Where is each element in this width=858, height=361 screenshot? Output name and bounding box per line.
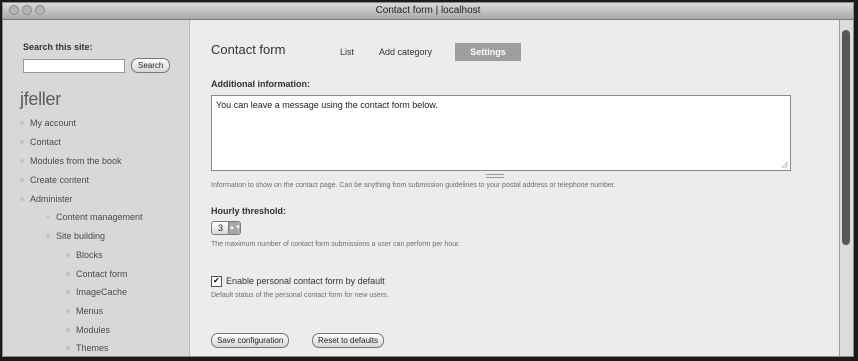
bullet-icon	[66, 271, 70, 276]
bullet-icon	[66, 252, 70, 257]
sidebar-item-label: Create content	[30, 175, 90, 185]
bullet-icon	[46, 233, 50, 238]
bullet-icon	[46, 214, 50, 219]
window-titlebar: Contact form | localhost	[3, 3, 853, 20]
sidebar-item-administer[interactable]: Administer	[20, 194, 73, 204]
sidebar-item-blocks[interactable]: Blocks	[66, 250, 103, 260]
sidebar-item-label: Administer	[30, 194, 73, 204]
personal-contact-label: Enable personal contact form by default	[226, 276, 385, 286]
textarea-resize-handle[interactable]	[486, 174, 504, 178]
main-content: Contact form List Add category Settings …	[190, 20, 840, 356]
sidebar: Search this site: Search jfeller My acco…	[3, 20, 190, 356]
page-title: Contact form	[211, 42, 286, 57]
sidebar-item-modules-from-the-book[interactable]: Modules from the book	[20, 156, 122, 166]
sidebar-item-content-management[interactable]: Content management	[46, 212, 143, 222]
resize-grip-icon[interactable]	[781, 161, 788, 168]
hourly-threshold-description: The maximum number of contact form submi…	[211, 241, 460, 248]
bullet-icon	[66, 327, 70, 332]
sidebar-item-label: ImageCache	[76, 287, 128, 297]
personal-contact-checkbox[interactable]: ✔	[211, 276, 222, 287]
scrollbar-thumb[interactable]	[842, 30, 850, 245]
sidebar-item-label: Modules from the book	[30, 156, 122, 166]
sidebar-item-label: Content management	[56, 212, 143, 222]
sidebar-item-label: Contact form	[76, 269, 128, 279]
sidebar-item-imagecache[interactable]: ImageCache	[66, 287, 127, 297]
sidebar-item-label: My account	[30, 118, 77, 128]
sidebar-item-themes[interactable]: Themes	[66, 343, 109, 353]
bullet-icon	[20, 139, 24, 144]
hourly-threshold-label: Hourly threshold:	[211, 206, 287, 216]
save-configuration-button[interactable]: Save configuration	[211, 333, 290, 348]
tab-list[interactable]: List	[340, 47, 354, 57]
bullet-icon	[66, 308, 70, 313]
sidebar-item-label: Site building	[56, 231, 106, 241]
additional-information-label: Additional information:	[211, 79, 310, 89]
additional-information-textarea[interactable]: You can leave a message using the contac…	[211, 95, 791, 171]
sidebar-item-contact-form[interactable]: Contact form	[66, 269, 128, 279]
bullet-icon	[20, 158, 24, 163]
sidebar-item-label: Contact	[30, 137, 62, 147]
sidebar-item-label: Themes	[76, 343, 109, 353]
textarea-content: You can leave a message using the contac…	[216, 100, 438, 110]
bullet-icon	[66, 345, 70, 350]
sidebar-item-create-content[interactable]: Create content	[20, 175, 89, 185]
sidebar-item-label: Modules	[76, 325, 111, 335]
bullet-icon	[20, 196, 24, 201]
reset-to-defaults-button[interactable]: Reset to defaults	[312, 333, 385, 348]
hourly-threshold-select[interactable]: 3 ▲▼	[211, 221, 241, 235]
search-label: Search this site:	[23, 42, 93, 52]
window-title: Contact form | localhost	[375, 5, 481, 16]
select-arrows-icon: ▲▼	[228, 222, 241, 234]
search-button[interactable]: Search	[131, 58, 171, 73]
sidebar-item-modules[interactable]: Modules	[66, 325, 110, 335]
sidebar-item-label: Blocks	[76, 250, 103, 260]
search-input[interactable]	[23, 59, 125, 73]
bullet-icon	[66, 289, 70, 294]
personal-contact-description: Default status of the personal contact f…	[211, 292, 389, 299]
browser-window: Contact form | localhost Search this sit…	[2, 2, 854, 357]
tab-add-category[interactable]: Add category	[379, 47, 432, 57]
tab-settings[interactable]: Settings	[455, 43, 521, 61]
sidebar-item-menus[interactable]: Menus	[66, 306, 103, 316]
hourly-threshold-value: 3	[218, 223, 224, 233]
sidebar-item-contact[interactable]: Contact	[20, 137, 61, 147]
sidebar-item-my-account[interactable]: My account	[20, 118, 76, 128]
additional-information-description: Information to show on the contact page.…	[211, 182, 616, 189]
vertical-scrollbar[interactable]	[839, 20, 853, 356]
sidebar-item-site-building[interactable]: Site building	[46, 231, 105, 241]
bullet-icon	[20, 177, 24, 182]
sidebar-item-label: Menus	[76, 306, 104, 316]
bullet-icon	[20, 120, 24, 125]
username-heading: jfeller	[20, 89, 61, 109]
